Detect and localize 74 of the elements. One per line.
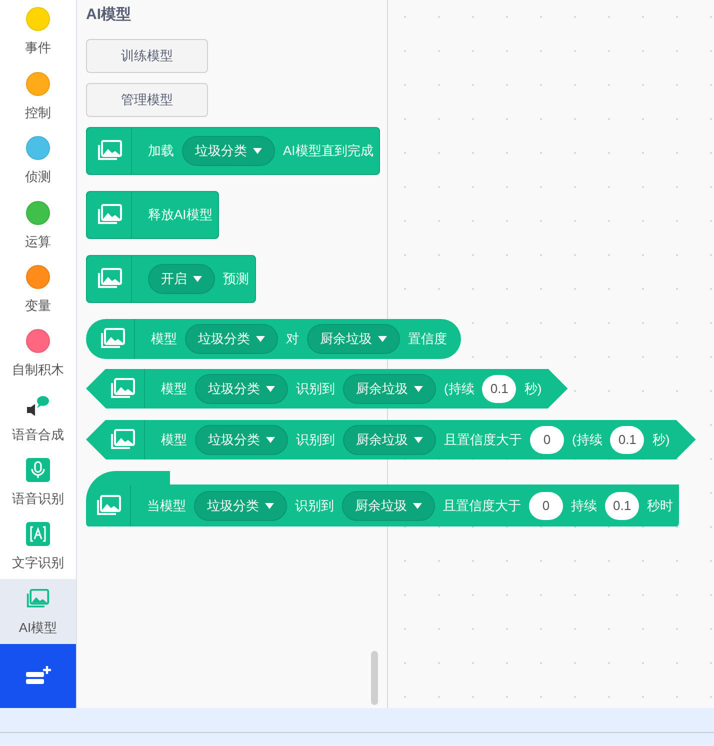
category-label: 语音识别 xyxy=(12,490,64,508)
caret-icon xyxy=(265,502,274,508)
block-label: 识别到 xyxy=(295,496,334,515)
palette-button[interactable]: 训练模型 xyxy=(86,38,208,72)
caret-icon xyxy=(414,386,423,392)
block-label: 秒) xyxy=(652,430,670,449)
block-label: 且置信度大于 xyxy=(444,430,522,449)
category-item[interactable]: 事件 xyxy=(0,0,76,64)
number-input[interactable]: 0.1 xyxy=(482,374,516,402)
image-icon xyxy=(97,139,123,162)
category-label: 自制积木 xyxy=(12,361,64,380)
caret-icon xyxy=(413,502,422,508)
block-label: 模型 xyxy=(151,330,177,348)
block-label: 识别到 xyxy=(296,380,335,398)
block-label: 秒) xyxy=(524,380,542,398)
caret-icon xyxy=(266,386,275,392)
block-label: 释放AI模型 xyxy=(148,206,212,224)
image-icon xyxy=(26,588,50,609)
number-input[interactable]: 0 xyxy=(529,492,563,520)
category-label: 变量 xyxy=(25,296,51,315)
text-scan-icon xyxy=(26,522,50,546)
add-extension-button[interactable] xyxy=(0,644,76,708)
number-input[interactable]: 0.1 xyxy=(605,492,640,520)
caret-icon xyxy=(256,336,265,342)
image-icon xyxy=(97,203,123,226)
block-label: AI模型直到完成 xyxy=(283,142,374,160)
palette-button[interactable]: 管理模型 xyxy=(86,82,208,116)
image-icon xyxy=(97,267,123,290)
block-label: 识别到 xyxy=(296,430,335,449)
category-label: 语音合成 xyxy=(12,426,64,444)
block-label: 预测 xyxy=(223,270,249,288)
block-label: (持续 xyxy=(444,380,474,398)
block-label: (持续 xyxy=(572,430,602,449)
category-item[interactable]: 语音合成 xyxy=(0,386,76,451)
image-icon xyxy=(110,377,136,400)
category-item[interactable]: 侦测 xyxy=(0,128,76,194)
category-label: 控制 xyxy=(25,104,51,122)
category-label: 文字识别 xyxy=(12,554,64,572)
caret-icon xyxy=(414,436,423,442)
block-label: 秒时 xyxy=(647,496,674,515)
category-label: 运算 xyxy=(25,232,51,250)
category-label: AI模型 xyxy=(18,618,58,637)
boolean-block[interactable]: 模型 垃圾分类 识别到 厨余垃圾 且置信度大于 0 (持续 0.1 秒) xyxy=(86,420,696,460)
block-label: 模型 xyxy=(161,380,187,398)
caret-icon xyxy=(378,336,387,342)
category-item[interactable]: 自制积木 xyxy=(0,322,76,386)
category-item[interactable]: 文字识别 xyxy=(0,514,76,580)
category-item[interactable]: 控制 xyxy=(0,64,76,129)
caret-icon xyxy=(253,148,262,154)
number-input[interactable]: 0 xyxy=(530,426,564,454)
speaker-icon xyxy=(25,394,51,418)
block-label: 模型 xyxy=(161,430,187,449)
palette-title: AI模型 xyxy=(86,5,132,25)
category-item[interactable]: 语音识别 xyxy=(0,450,76,515)
block-label: 且置信度大于 xyxy=(443,496,521,515)
category-item[interactable]: AI模型 xyxy=(0,579,76,644)
scrollbar[interactable] xyxy=(371,651,378,705)
category-label: 事件 xyxy=(25,39,51,58)
block-label: 持续 xyxy=(571,496,597,515)
category-item[interactable]: 变量 xyxy=(0,257,76,322)
category-item[interactable]: 运算 xyxy=(0,193,76,258)
block-label: 当模型 xyxy=(147,496,186,515)
image-icon xyxy=(100,327,126,350)
block-label: 对 xyxy=(286,330,299,348)
boolean-block[interactable]: 模型 垃圾分类 识别到 厨余垃圾 (持续 0.1 秒) xyxy=(86,368,568,408)
block-label: 加载 xyxy=(148,142,174,160)
category-label: 侦测 xyxy=(25,168,51,186)
image-icon xyxy=(110,428,136,451)
number-input[interactable]: 0.1 xyxy=(610,426,644,454)
caret-icon xyxy=(193,276,202,282)
caret-icon xyxy=(266,436,275,442)
block-label: 置信度 xyxy=(408,330,447,348)
microphone-icon xyxy=(26,458,50,482)
image-icon xyxy=(96,494,122,517)
